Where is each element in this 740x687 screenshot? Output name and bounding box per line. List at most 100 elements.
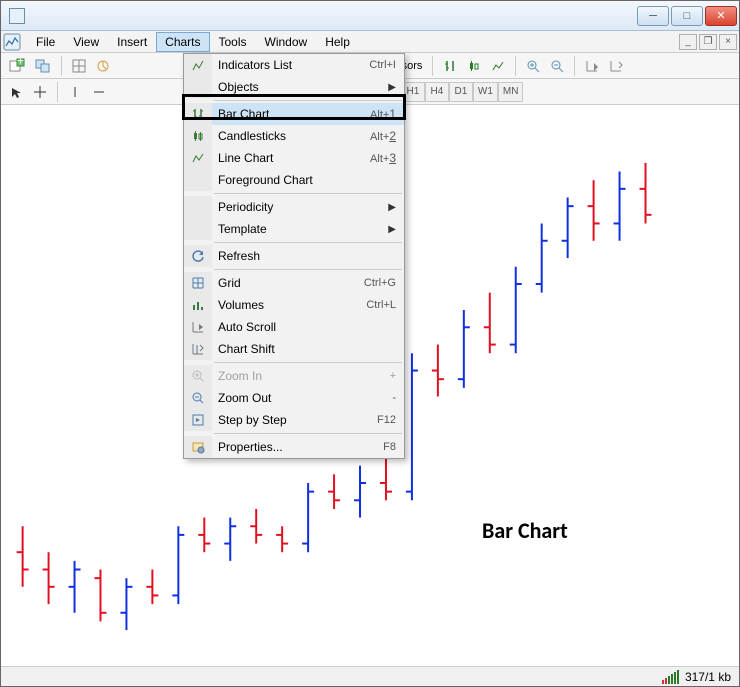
app-icon [9,8,25,24]
zoom-out-button[interactable] [546,55,568,77]
zoomin-icon [184,365,212,387]
menuitem-label: Indicators List [218,58,369,72]
candlesticks-icon [184,125,212,147]
menuitem-shortcut: Ctrl+L [366,299,396,311]
menuitem-properties-[interactable]: Properties...F8 [184,436,404,458]
menuitem-bar-chart[interactable]: Bar ChartAlt+1 [184,103,404,125]
profiles-button[interactable] [31,55,55,77]
menuitem-shortcut: + [390,370,396,382]
chartshift-icon [184,338,212,360]
menuitem-periodicity[interactable]: Periodicity ▶ [184,196,404,218]
menuitem-label: Template [218,222,384,236]
annotation-label: Bar Chart [482,517,568,544]
maximize-button[interactable]: □ [671,6,703,26]
market-watch-button[interactable] [68,55,90,77]
mdi-minimize-button[interactable]: _ [679,34,697,50]
refresh-icon [184,245,212,267]
bar-chart-icon [184,103,212,125]
crosshair-button[interactable] [29,81,51,103]
menuitem-label: Candlesticks [218,129,370,143]
line-chart-icon [184,147,212,169]
menuitem-label: Refresh [218,249,396,263]
menuitem-objects[interactable]: Objects ▶ [184,76,404,98]
menuitem-zoom-in: Zoom In+ [184,365,404,387]
connection-bars-icon [662,670,679,684]
menu-file[interactable]: File [27,32,64,52]
submenu-arrow-icon: ▶ [388,82,396,93]
line-toolbtn[interactable] [487,55,509,77]
menuitem-label: Objects [218,80,384,94]
menuitem-label: Zoom In [218,369,390,383]
menuitem-indicators-list[interactable]: Indicators ListCtrl+I [184,54,404,76]
autoscroll-toolbtn[interactable] [581,55,603,77]
menu-tools[interactable]: Tools [210,32,256,52]
status-bar: 317/1 kb [1,666,739,686]
timeframe-d1[interactable]: D1 [449,82,473,102]
new-chart-button[interactable]: + [5,55,29,77]
menu-insert[interactable]: Insert [108,32,156,52]
grid-icon [184,272,212,294]
menuitem-label: Step by Step [218,413,377,427]
blank-icon [184,196,212,218]
menuitem-label: Periodicity [218,200,384,214]
menuitem-shortcut: F8 [383,441,396,453]
close-button[interactable]: ✕ [705,6,737,26]
mdi-restore-button[interactable]: ❐ [699,34,717,50]
candle-toolbtn[interactable] [463,55,485,77]
menuitem-template[interactable]: Template ▶ [184,218,404,240]
timeframe-mn[interactable]: MN [498,82,524,102]
blank-icon [184,76,212,98]
app-logo-icon [3,33,21,51]
menuitem-line-chart[interactable]: Line ChartAlt+3 [184,147,404,169]
menuitem-label: Zoom Out [218,391,392,405]
minimize-button[interactable]: ─ [637,6,669,26]
submenu-arrow-icon: ▶ [388,224,396,235]
bar-chart-toolbtn[interactable] [439,55,461,77]
menuitem-refresh[interactable]: Refresh [184,245,404,267]
menu-charts[interactable]: Charts [156,32,209,52]
menuitem-shortcut: Alt+2 [370,129,396,143]
blank-icon [184,218,212,240]
timeframe-w1[interactable]: W1 [473,82,498,102]
cursor-button[interactable] [5,81,27,103]
menuitem-auto-scroll[interactable]: Auto Scroll [184,316,404,338]
autoscroll-icon [184,316,212,338]
menu-view[interactable]: View [64,32,108,52]
menuitem-shortcut: - [392,392,396,404]
zoomout-icon [184,387,212,409]
menuitem-label: Volumes [218,298,366,312]
menu-window[interactable]: Window [256,32,317,52]
charts-menu-dropdown: Indicators ListCtrl+IObjects▶Bar ChartAl… [183,53,405,459]
connection-text: 317/1 kb [685,670,731,684]
menuitem-label: Chart Shift [218,342,396,356]
step-icon [184,409,212,431]
blank-icon [184,169,212,191]
menuitem-chart-shift[interactable]: Chart Shift [184,338,404,360]
menuitem-label: Auto Scroll [218,320,396,334]
menuitem-zoom-out[interactable]: Zoom Out- [184,387,404,409]
submenu-arrow-icon: ▶ [388,202,396,213]
menuitem-label: Bar Chart [218,107,370,121]
menuitem-foreground-chart[interactable]: Foreground Chart [184,169,404,191]
menubar: FileViewInsertChartsToolsWindowHelp _ ❐ … [1,31,739,53]
mdi-close-button[interactable]: × [719,34,737,50]
properties-icon [184,436,212,458]
hline-button[interactable] [88,81,110,103]
zoom-in-button[interactable] [522,55,544,77]
menuitem-label: Foreground Chart [218,173,396,187]
menuitem-shortcut: Ctrl+G [364,277,396,289]
menu-help[interactable]: Help [316,32,359,52]
menuitem-shortcut: Alt+3 [370,151,396,165]
svg-text:+: + [17,58,24,68]
menuitem-candlesticks[interactable]: CandlesticksAlt+2 [184,125,404,147]
menuitem-shortcut: Ctrl+I [369,59,396,71]
menuitem-grid[interactable]: GridCtrl+G [184,272,404,294]
timeframe-h4[interactable]: H4 [425,82,449,102]
chartshift-toolbtn[interactable] [605,55,627,77]
menuitem-volumes[interactable]: VolumesCtrl+L [184,294,404,316]
navigator-button[interactable] [92,55,114,77]
volumes-icon [184,294,212,316]
vline-button[interactable] [64,81,86,103]
menuitem-label: Grid [218,276,364,290]
menuitem-step-by-step[interactable]: Step by StepF12 [184,409,404,431]
